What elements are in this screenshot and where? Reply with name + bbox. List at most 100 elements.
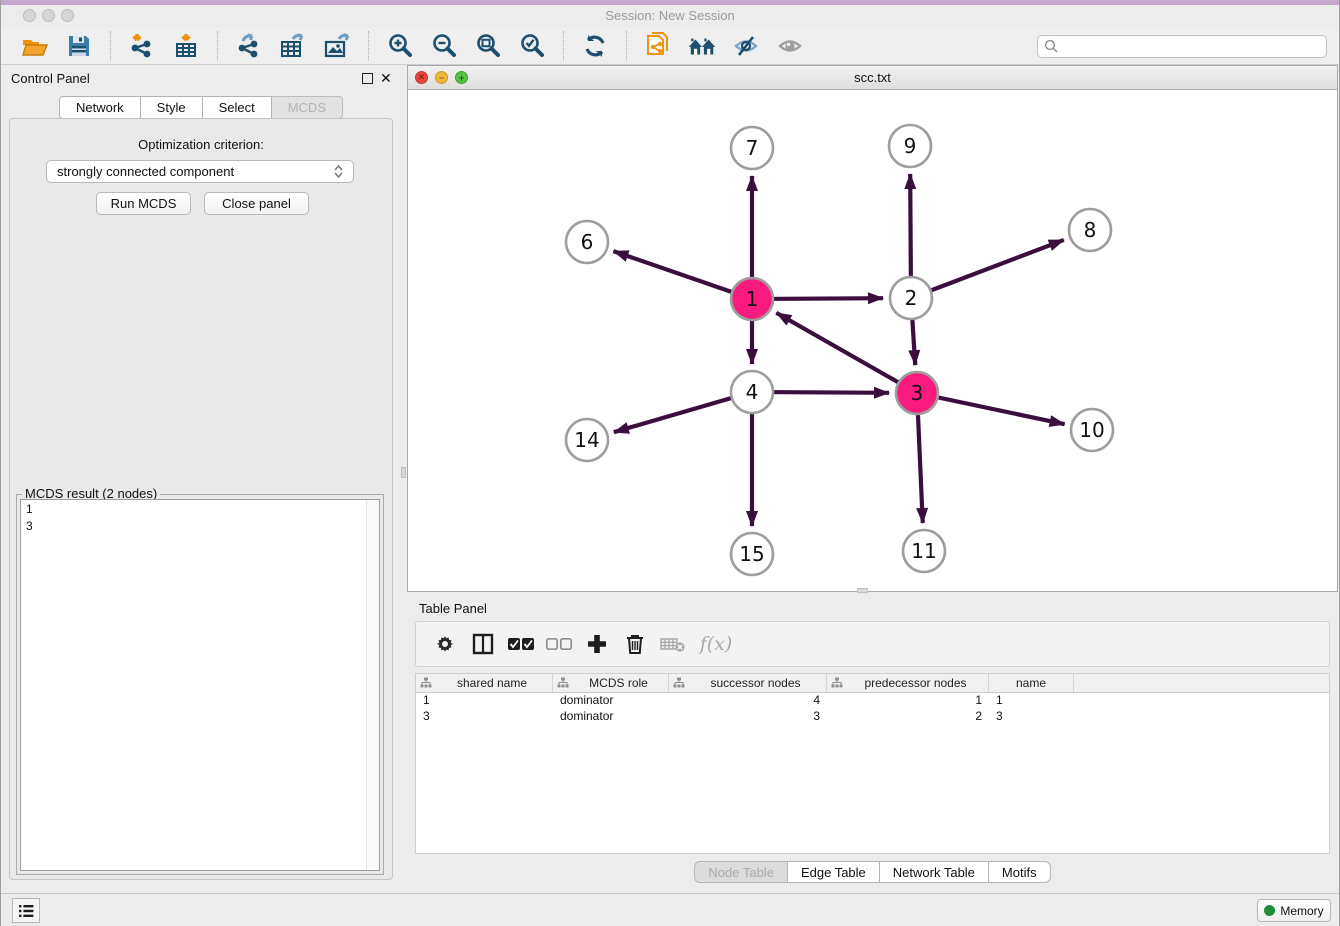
mcds-result-textarea[interactable]: 1 3 — [20, 499, 380, 871]
new-network-from-selection-icon[interactable] — [643, 32, 673, 60]
network-view-titlebar[interactable]: ✕ − + scc.txt — [408, 66, 1337, 90]
tab-network[interactable]: Network — [59, 96, 141, 119]
cell-name[interactable]: 1 — [989, 693, 1074, 709]
search-input[interactable] — [1063, 40, 1326, 54]
control-panel-title: Control Panel — [11, 71, 90, 86]
close-panel-button[interactable]: Close panel — [204, 192, 309, 215]
table-row[interactable]: 1dominator411 — [416, 693, 1329, 709]
cell-MCDS-role[interactable]: dominator — [553, 709, 669, 725]
import-network-icon[interactable] — [127, 32, 157, 60]
show-all-icon[interactable] — [775, 32, 805, 60]
search-icon — [1044, 39, 1059, 54]
edge-3-1[interactable] — [776, 313, 917, 393]
select-all-checkboxes-icon[interactable] — [504, 629, 538, 659]
hide-selected-icon[interactable] — [731, 32, 761, 60]
table-tabs: Node TableEdge TableNetwork TableMotifs — [407, 861, 1338, 883]
cell-predecessor-nodes[interactable]: 1 — [827, 693, 989, 709]
memory-status-dot — [1264, 905, 1275, 916]
cell-name[interactable]: 3 — [989, 709, 1074, 725]
run-mcds-button[interactable]: Run MCDS — [96, 192, 191, 215]
node-label-2: 2 — [905, 286, 918, 310]
splitter-handle[interactable] — [857, 588, 868, 593]
main-toolbar — [1, 27, 1339, 65]
table-row[interactable]: 3dominator323 — [416, 709, 1329, 725]
cell-shared-name[interactable]: 3 — [416, 709, 553, 725]
control-panel-header: Control Panel ✕ — [1, 65, 401, 91]
tab-select[interactable]: Select — [203, 96, 272, 119]
add-column-icon[interactable] — [580, 629, 614, 659]
show-column-icon[interactable] — [466, 629, 500, 659]
list-icon — [18, 904, 34, 918]
node-label-9: 9 — [904, 134, 917, 158]
edge-3-10[interactable] — [917, 393, 1065, 424]
open-session-icon[interactable] — [20, 32, 50, 60]
node-table[interactable]: shared nameMCDS rolesuccessor nodesprede… — [415, 673, 1330, 854]
memory-button[interactable]: Memory — [1257, 899, 1331, 922]
float-panel-icon[interactable] — [362, 73, 373, 84]
save-session-icon[interactable] — [64, 32, 94, 60]
tab-network-table[interactable]: Network Table — [880, 861, 989, 883]
cell-shared-name[interactable]: 1 — [416, 693, 553, 709]
column-header-predecessor-nodes[interactable]: predecessor nodes — [827, 674, 989, 692]
export-network-icon[interactable] — [234, 32, 264, 60]
function-builder-icon[interactable]: f(x) — [694, 629, 738, 659]
refresh-icon[interactable] — [580, 32, 610, 60]
first-neighbors-icon[interactable] — [687, 32, 717, 60]
table-panel-header: Table Panel ✕ — [407, 595, 1338, 621]
cell-MCDS-role[interactable]: dominator — [553, 693, 669, 709]
table-settings-gear-icon[interactable] — [428, 629, 462, 659]
node-label-7: 7 — [746, 136, 759, 160]
network-graph[interactable]: 1234678910111415 — [408, 90, 1337, 591]
tab-style[interactable]: Style — [141, 96, 203, 119]
node-label-10: 10 — [1079, 418, 1104, 442]
zoom-in-icon[interactable] — [385, 32, 415, 60]
zoom-out-icon[interactable] — [429, 32, 459, 60]
column-header-successor-nodes[interactable]: successor nodes — [669, 674, 827, 692]
column-header-shared-name[interactable]: shared name — [416, 674, 553, 692]
toolbar-separator — [368, 31, 369, 61]
delete-column-icon[interactable] — [618, 629, 652, 659]
node-label-3: 3 — [911, 381, 924, 405]
mcds-panel: Optimization criterion: strongly connect… — [9, 118, 393, 880]
control-panel-tabs: NetworkStyleSelectMCDS — [1, 96, 401, 119]
control-panel: Control Panel ✕ NetworkStyleSelectMCDS O… — [1, 65, 401, 893]
status-bar: Memory — [1, 893, 1339, 926]
network-view-window: ✕ − + scc.txt 1234678910111415 — [407, 65, 1338, 592]
result-scrollbar[interactable] — [366, 500, 379, 870]
zoom-fit-icon[interactable] — [473, 32, 503, 60]
tab-motifs[interactable]: Motifs — [989, 861, 1051, 883]
delete-table-icon[interactable] — [656, 629, 690, 659]
tab-node-table[interactable]: Node Table — [694, 861, 788, 883]
node-label-1: 1 — [746, 287, 759, 311]
optimization-criterion-select[interactable]: strongly connected component — [46, 160, 354, 183]
import-table-icon[interactable] — [171, 32, 201, 60]
zoom-selected-icon[interactable] — [517, 32, 547, 60]
export-table-icon[interactable] — [278, 32, 308, 60]
deselect-all-checkboxes-icon[interactable] — [542, 629, 576, 659]
edge-2-8[interactable] — [911, 240, 1064, 298]
export-image-icon[interactable] — [322, 32, 352, 60]
task-history-button[interactable] — [12, 898, 40, 923]
column-header-MCDS-role[interactable]: MCDS role — [553, 674, 669, 692]
table-toolbar: f(x) — [415, 621, 1330, 667]
tab-mcds[interactable]: MCDS — [272, 96, 343, 119]
column-header-name[interactable]: name — [989, 674, 1074, 692]
select-stepper-icon — [334, 165, 343, 178]
close-panel-icon[interactable]: ✕ — [380, 70, 392, 86]
table-body: 1dominator4113dominator323 — [416, 693, 1329, 725]
cell-predecessor-nodes[interactable]: 2 — [827, 709, 989, 725]
cell-successor-nodes[interactable]: 4 — [669, 693, 827, 709]
table-panel-title: Table Panel — [419, 601, 487, 616]
cell-successor-nodes[interactable]: 3 — [669, 709, 827, 725]
splitter-handle[interactable] — [401, 467, 406, 478]
search-box[interactable] — [1037, 35, 1327, 58]
toolbar-separator — [563, 31, 564, 61]
optimization-criterion-label: Optimization criterion: — [10, 137, 392, 152]
network-canvas[interactable]: 1234678910111415 — [408, 90, 1337, 591]
memory-label: Memory — [1280, 904, 1323, 918]
tab-edge-table[interactable]: Edge Table — [788, 861, 880, 883]
node-label-4: 4 — [746, 380, 759, 404]
window-titlebar: Session: New Session — [1, 5, 1339, 27]
node-label-11: 11 — [911, 539, 936, 563]
window-title: Session: New Session — [1, 8, 1339, 23]
